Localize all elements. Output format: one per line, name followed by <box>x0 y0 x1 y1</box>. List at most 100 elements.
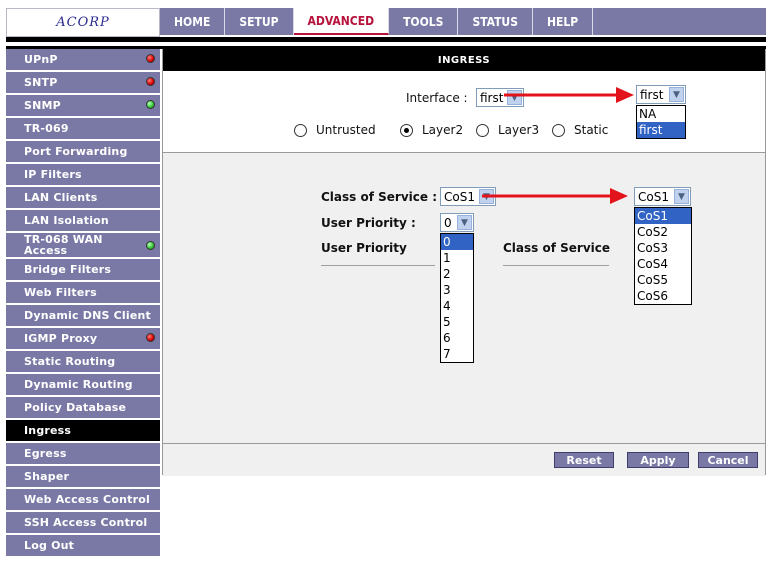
tab-advanced[interactable]: ADVANCED <box>293 8 390 35</box>
priority-option[interactable]: 2 <box>441 266 473 282</box>
top-navigation: HOME SETUP ADVANCED TOOLS STATUS HELP <box>160 8 766 35</box>
radio-static[interactable] <box>552 124 565 137</box>
button-bar: Reset Apply Cancel <box>163 443 765 476</box>
sidebar-item-label: Dynamic DNS Client <box>24 309 151 322</box>
sidebar-item-web-filters[interactable]: Web Filters <box>6 282 160 303</box>
sidebar-item-igmp-proxy[interactable]: IGMP Proxy <box>6 328 160 349</box>
priority-option[interactable]: 6 <box>441 330 473 346</box>
reset-button[interactable]: Reset <box>554 452 614 468</box>
sidebar-item-shaper[interactable]: Shaper <box>6 466 160 487</box>
tab-tools[interactable]: TOOLS <box>389 8 459 35</box>
chevron-down-icon: ▼ <box>669 87 684 102</box>
radio-untrusted-label: Untrusted <box>316 123 376 137</box>
sidebar-item-sntp[interactable]: SNTP <box>6 72 160 93</box>
cos-option[interactable]: CoS2 <box>635 224 691 240</box>
sidebar-item-snmp[interactable]: SNMP <box>6 95 160 116</box>
cos-option[interactable]: CoS3 <box>635 240 691 256</box>
chevron-down-icon: ▼ <box>479 189 494 204</box>
priority-option[interactable]: 1 <box>441 250 473 266</box>
status-red-icon <box>146 54 155 63</box>
sidebar-item-static-routing[interactable]: Static Routing <box>6 351 160 372</box>
sidebar-item-lan-isolation[interactable]: LAN Isolation <box>6 210 160 231</box>
cos-option[interactable]: CoS4 <box>635 256 691 272</box>
priority-option[interactable]: 3 <box>441 282 473 298</box>
header-underline <box>321 265 435 266</box>
sidebar: UPnP SNTP SNMP TR-069 Port Forwarding IP… <box>6 49 160 558</box>
interface-option-first[interactable]: first <box>637 122 685 138</box>
tab-setup[interactable]: SETUP <box>225 8 294 35</box>
priority-option[interactable]: 4 <box>441 298 473 314</box>
sidebar-item-upnp[interactable]: UPnP <box>6 49 160 70</box>
interface-select[interactable]: first ▼ <box>476 88 524 107</box>
sidebar-item-egress[interactable]: Egress <box>6 443 160 464</box>
header-class-of-service: Class of Service <box>503 241 611 255</box>
sidebar-item-label: TR-069 <box>24 122 69 135</box>
sidebar-item-label: UPnP <box>24 53 58 66</box>
interface-options-list: NA first <box>636 105 686 139</box>
sidebar-item-policy-database[interactable]: Policy Database <box>6 397 160 418</box>
sidebar-item-lan-clients[interactable]: LAN Clients <box>6 187 160 208</box>
sidebar-item-tr068-wan-access[interactable]: TR-068 WAN Access <box>6 233 160 257</box>
status-red-icon <box>146 333 155 342</box>
sidebar-item-label: Web Access Control <box>24 493 150 506</box>
mapping-section: Class of Service : CoS1 ▼ CoS1 ▼ CoS1 Co… <box>163 153 765 443</box>
sidebar-item-web-access-control[interactable]: Web Access Control <box>6 489 160 510</box>
tab-status[interactable]: STATUS <box>458 8 533 35</box>
cos-label: Class of Service : <box>321 190 437 204</box>
cos-option[interactable]: CoS5 <box>635 272 691 288</box>
ingress-panel: INGRESS Interface : first ▼ first ▼ NA f… <box>162 49 766 476</box>
interface-select-callout[interactable]: first ▼ <box>636 85 686 104</box>
sidebar-item-port-forwarding[interactable]: Port Forwarding <box>6 141 160 162</box>
logo-text: ACORP <box>56 15 110 30</box>
interface-option-na[interactable]: NA <box>637 106 685 122</box>
radio-untrusted[interactable] <box>294 124 307 137</box>
interface-label: Interface : <box>406 91 468 105</box>
interface-select-value: first <box>480 90 504 105</box>
radio-layer2-label: Layer2 <box>422 123 464 137</box>
sidebar-item-tr069[interactable]: TR-069 <box>6 118 160 139</box>
status-green-icon <box>146 241 155 250</box>
sidebar-item-ingress[interactable]: Ingress <box>6 420 160 441</box>
sidebar-item-ip-filters[interactable]: IP Filters <box>6 164 160 185</box>
sidebar-item-label: SNTP <box>24 76 58 89</box>
cos-select-value: CoS1 <box>444 189 475 204</box>
chevron-down-icon: ▼ <box>457 215 472 230</box>
cos-option[interactable]: CoS1 <box>635 208 691 224</box>
radio-layer3-label: Layer3 <box>498 123 540 137</box>
acorp-logo: ACORP <box>6 8 160 37</box>
sidebar-item-label: LAN Clients <box>24 191 98 204</box>
sidebar-item-dynamic-dns-client[interactable]: Dynamic DNS Client <box>6 305 160 326</box>
tab-help[interactable]: HELP <box>533 8 594 35</box>
radio-layer2[interactable] <box>400 124 413 137</box>
cos-options-list: CoS1 CoS2 CoS3 CoS4 CoS5 CoS6 <box>634 207 692 305</box>
cos-callout-value: CoS1 <box>638 189 669 204</box>
user-priority-label: User Priority : <box>321 216 416 230</box>
radio-layer3[interactable] <box>476 124 489 137</box>
sidebar-item-log-out[interactable]: Log Out <box>6 535 160 556</box>
sidebar-item-label: Shaper <box>24 470 70 483</box>
priority-option[interactable]: 5 <box>441 314 473 330</box>
header-underline <box>503 265 609 266</box>
cos-option[interactable]: CoS6 <box>635 288 691 304</box>
panel-title: INGRESS <box>163 49 765 71</box>
sidebar-item-dynamic-routing[interactable]: Dynamic Routing <box>6 374 160 395</box>
apply-button[interactable]: Apply <box>627 452 689 468</box>
sidebar-item-label: Web Filters <box>24 286 97 299</box>
cos-select[interactable]: CoS1 ▼ <box>440 187 496 206</box>
cancel-button[interactable]: Cancel <box>698 452 758 468</box>
header-user-priority: User Priority <box>321 241 407 255</box>
sidebar-item-bridge-filters[interactable]: Bridge Filters <box>6 259 160 280</box>
user-priority-select-value: 0 <box>444 215 452 230</box>
sidebar-item-label: Dynamic Routing <box>24 378 133 391</box>
radio-static-label: Static <box>574 123 609 137</box>
user-priority-select[interactable]: 0 ▼ <box>440 213 474 232</box>
priority-option[interactable]: 0 <box>441 234 473 250</box>
status-red-icon <box>146 77 155 86</box>
nav-divider-bar <box>6 37 766 42</box>
sidebar-item-label: Static Routing <box>24 355 116 368</box>
cos-select-callout[interactable]: CoS1 ▼ <box>634 187 691 206</box>
sidebar-item-ssh-access-control[interactable]: SSH Access Control <box>6 512 160 533</box>
user-priority-options-list: 0 1 2 3 4 5 6 7 <box>440 233 474 363</box>
priority-option[interactable]: 7 <box>441 346 473 362</box>
tab-home[interactable]: HOME <box>160 8 226 35</box>
